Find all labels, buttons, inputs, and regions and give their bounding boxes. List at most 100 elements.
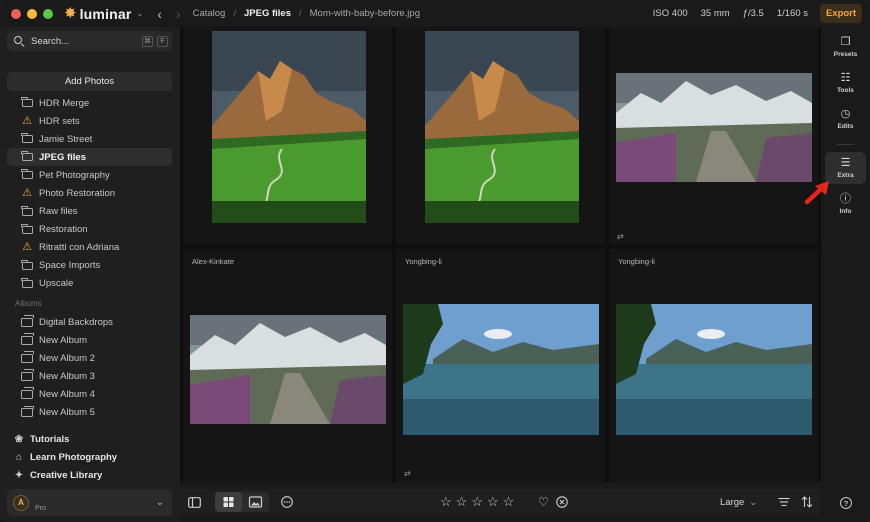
sidebar-item-restoration[interactable]: Restoration [7, 221, 172, 239]
photo-grid: ⇄ Alex-Kinkate Yongbing-li ⇄ Yongbing-li [180, 27, 821, 482]
chevron-down-icon: ⌄ [749, 496, 757, 507]
photo-cell[interactable] [183, 27, 392, 245]
thumbnail-size-dropdown[interactable]: Large ⌄ [720, 489, 757, 515]
photo-thumbnail[interactable] [212, 31, 366, 223]
sidebar-item-photo-restoration[interactable]: ⚠ Photo Restoration [7, 184, 172, 202]
breadcrumb-separator: / [233, 8, 236, 19]
star-icon[interactable]: ☆ [487, 494, 499, 510]
star-icon[interactable]: ☆ [471, 494, 483, 510]
photo-thumbnail[interactable] [425, 31, 579, 223]
album-item-new-album-3[interactable]: New Album 3 [7, 367, 172, 385]
breadcrumb-catalog[interactable]: Catalog [193, 8, 226, 19]
reject-icon [556, 496, 568, 508]
toggle-sidebar-button[interactable] [188, 489, 201, 515]
forward-button[interactable]: › [176, 6, 181, 22]
grid-view-button[interactable] [215, 492, 242, 512]
photo-cell[interactable]: Yongbing-li ⇄ [396, 249, 605, 482]
album-item-label: New Album 3 [39, 370, 95, 382]
folder-icon [21, 223, 33, 235]
app-window: ✸ luminar ⌄ ‹ › Catalog / JPEG files / M… [0, 0, 870, 522]
command-key-icon: ⌘ [142, 35, 153, 47]
creative-library-link[interactable]: ✦ Creative Library [7, 466, 172, 484]
export-button[interactable]: Export [820, 4, 862, 23]
sidebar-item-pet-photography[interactable]: Pet Photography [7, 166, 172, 184]
app-menu[interactable]: ✸ luminar ⌄ [64, 6, 143, 22]
learn-list: ❀ Tutorials ⌂ Learn Photography ✦ Creative … [7, 430, 172, 484]
exif-info: ISO 400 35 mm ƒ/3.5 1/160 s [653, 0, 808, 27]
sidebar-item-label: Pet Photography [39, 169, 110, 181]
sidebar-item-label: HDR sets [39, 115, 80, 127]
back-button[interactable]: ‹ [157, 6, 162, 22]
close-window-button[interactable] [11, 8, 21, 19]
zoom-window-button[interactable] [43, 8, 53, 19]
title-bar: ✸ luminar ⌄ ‹ › Catalog / JPEG files / M… [0, 0, 870, 27]
sidebar-item-jamie-street[interactable]: Jamie Street [7, 130, 172, 148]
single-view-button[interactable] [242, 492, 269, 512]
album-item-digital-backdrops[interactable]: Digital Backdrops [7, 313, 172, 331]
sidebar-item-hdr-merge[interactable]: HDR Merge [7, 94, 172, 112]
sidebar-item-label: Space Imports [39, 260, 101, 272]
photo-thumbnail[interactable] [190, 315, 386, 424]
sidebar-item-ritratti[interactable]: ⚠ Ritratti con Adriana [7, 239, 172, 257]
album-icon [21, 315, 34, 327]
learn-photography-label: Learn Photography [30, 451, 118, 463]
album-item-label: New Album 4 [39, 388, 95, 400]
shutter-speed-value: 1/160 s [776, 8, 808, 19]
window-controls [11, 8, 53, 19]
star-icon[interactable]: ☆ [456, 494, 468, 510]
tab-presets[interactable]: ❐ Presets [825, 31, 866, 63]
photo-cell[interactable]: ⇄ [609, 27, 818, 245]
sidebar-item-label: Photo Restoration [39, 188, 116, 200]
photo-thumbnail[interactable] [616, 73, 812, 182]
profile-menu[interactable]: A Pro ⌄ [7, 489, 172, 516]
breadcrumb-separator: / [298, 8, 302, 19]
sidebar-item-space-imports[interactable]: Space Imports [7, 257, 172, 275]
sidebar-item-label: HDR Merge [39, 97, 90, 109]
album-item-new-album-5[interactable]: New Album 5 [7, 403, 172, 421]
rating-stars: ☆ ☆ ☆ ☆ ☆ [440, 489, 514, 515]
breadcrumb-folder[interactable]: JPEG files [244, 8, 291, 19]
album-item-new-album[interactable]: New Album [7, 331, 172, 349]
sidebar-item-upscale[interactable]: Upscale [7, 275, 172, 293]
more-options-button[interactable] [281, 489, 293, 515]
adjustments-icon: ⇄ [404, 469, 411, 478]
photo-cell[interactable]: Alex-Kinkate [183, 249, 392, 482]
breadcrumb-file: Mom-with-baby-before.jpg [309, 8, 420, 19]
star-icon[interactable]: ☆ [440, 494, 452, 510]
extra-icon: ☰ [840, 156, 851, 169]
sidebar-item-label: Ritratti con Adriana [39, 242, 120, 254]
favorite-button[interactable]: ♡ [538, 489, 549, 515]
reject-button[interactable] [556, 489, 568, 515]
bottom-toolbar: ☆ ☆ ☆ ☆ ☆ ♡ Large ⌄ [180, 489, 821, 515]
filter-button[interactable] [778, 489, 790, 515]
sidebar-item-raw-files[interactable]: Raw files [7, 203, 172, 221]
sidebar-item-label: Upscale [39, 278, 74, 290]
search-input[interactable]: Search... ⌘ F [7, 31, 172, 51]
photo-cell[interactable]: Yongbing-li [609, 249, 818, 482]
sidebar-toggle-icon [188, 496, 201, 508]
photo-thumbnail[interactable] [616, 304, 812, 435]
album-item-new-album-2[interactable]: New Album 2 [7, 349, 172, 367]
album-item-new-album-4[interactable]: New Album 4 [7, 385, 172, 403]
add-photos-button[interactable]: Add Photos [7, 72, 172, 91]
warning-icon: ⚠ [22, 114, 32, 127]
sidebar-item-hdr-sets[interactable]: ⚠ HDR sets [7, 112, 172, 130]
help-button[interactable]: ? [840, 497, 852, 509]
tutorials-link[interactable]: ❀ Tutorials [7, 430, 172, 448]
app-name: luminar [79, 5, 132, 22]
toolbar-divider [837, 144, 854, 145]
sidebar-item-jpeg-files[interactable]: JPEG files [7, 148, 172, 167]
tab-edits[interactable]: ◷ Edits [825, 103, 866, 135]
minimize-window-button[interactable] [27, 8, 37, 19]
tab-tools[interactable]: ☷ Tools [825, 67, 866, 99]
photo-thumbnail[interactable] [403, 304, 599, 435]
sort-button[interactable] [801, 489, 813, 515]
album-icon [21, 387, 34, 399]
album-icon [21, 369, 34, 381]
photo-cell[interactable] [396, 27, 605, 245]
folder-icon [21, 277, 33, 289]
warning-icon: ⚠ [22, 187, 32, 200]
learn-photography-link[interactable]: ⌂ Learn Photography [7, 448, 172, 466]
adjustments-icon: ⇄ [617, 232, 624, 241]
star-icon[interactable]: ☆ [503, 494, 515, 510]
